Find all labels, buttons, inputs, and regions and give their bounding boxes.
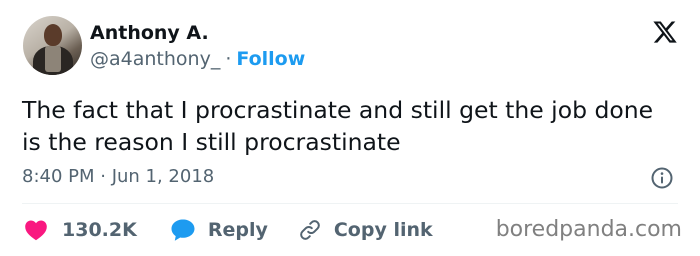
x-logo-icon[interactable] xyxy=(652,19,678,45)
copy-link-button[interactable]: Copy link xyxy=(298,218,433,242)
avatar[interactable] xyxy=(23,16,82,75)
link-icon xyxy=(300,220,320,240)
reply-label: Reply xyxy=(207,219,268,241)
like-count: 130.2K xyxy=(62,219,137,241)
info-icon[interactable] xyxy=(650,166,674,190)
tweet-text: The fact that I procrastinate and still … xyxy=(22,96,654,156)
author-name[interactable]: Anthony A. xyxy=(90,22,209,44)
like-button[interactable]: 130.2K xyxy=(24,219,137,241)
heart-icon xyxy=(25,220,47,241)
tweet-card: Anthony A. @a4anthony_ · Follow The fact t… xyxy=(0,0,700,256)
avatar-scarf xyxy=(45,46,61,72)
tweet-timestamp[interactable]: 8:40 PM · Jun 1, 2018 xyxy=(22,166,214,187)
action-bar: 130.2K Reply Copy link xyxy=(24,217,433,243)
follow-button[interactable]: Follow xyxy=(236,48,305,70)
reply-bubble-icon xyxy=(171,219,195,241)
reply-button[interactable]: Reply xyxy=(170,218,268,242)
handle-separator: · xyxy=(225,48,232,70)
author-handle-row: @a4anthony_ · Follow xyxy=(90,48,305,70)
copy-link-label: Copy link xyxy=(333,219,433,241)
avatar-head xyxy=(44,24,62,46)
author-handle[interactable]: @a4anthony_ xyxy=(90,48,220,70)
divider xyxy=(22,203,678,204)
watermark: boredpanda.com xyxy=(495,217,682,242)
